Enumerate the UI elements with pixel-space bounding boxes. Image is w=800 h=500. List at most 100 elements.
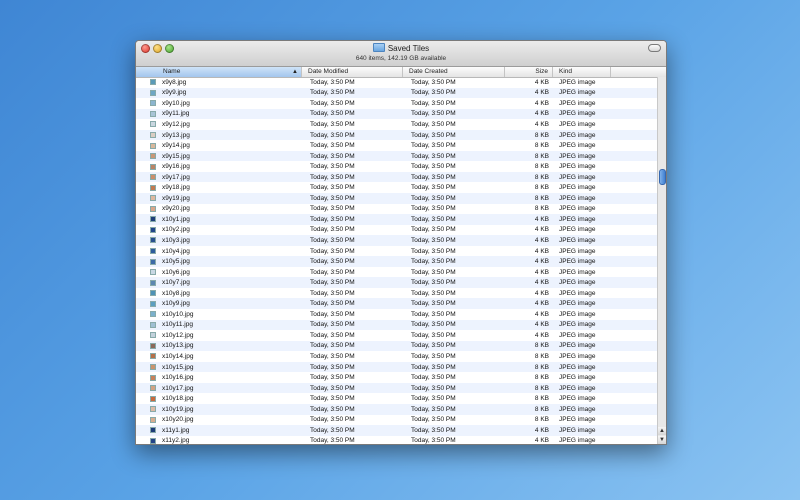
file-row[interactable]: x9y18.jpg Today, 3:50 PM Today, 3:50 PM 8 K…	[136, 182, 658, 193]
kind-cell: JPEG image	[559, 258, 596, 266]
file-name: x9y19.jpg	[162, 194, 190, 202]
date-created-cell: Today, 3:50 PM	[411, 300, 456, 308]
vertical-scrollbar[interactable]: ▲ ▼	[657, 77, 666, 444]
finder-window: Saved Tiles 640 items, 142.19 GB availab…	[135, 40, 667, 445]
file-name-cell: x10y16.jpg	[136, 374, 302, 381]
file-row[interactable]: x9y16.jpg Today, 3:50 PM Today, 3:50 PM 8 K…	[136, 161, 658, 172]
file-row[interactable]: x10y2.jpg Today, 3:50 PM Today, 3:50 PM 4 K…	[136, 225, 658, 236]
file-row[interactable]: x9y13.jpg Today, 3:50 PM Today, 3:50 PM 8 K…	[136, 129, 658, 141]
file-name-cell: x10y6.jpg	[136, 269, 302, 276]
file-row[interactable]: x11y1.jpg Today, 3:50 PM Today, 3:50 PM 4 K…	[136, 425, 658, 436]
file-row[interactable]: x9y12.jpg Today, 3:50 PM Today, 3:50 PM 4 K…	[136, 119, 658, 130]
file-name-cell: x10y13.jpg	[136, 342, 302, 349]
file-name: x9y20.jpg	[162, 205, 190, 213]
size-cell: 8 KB	[534, 131, 549, 139]
file-name: x10y17.jpg	[162, 384, 194, 392]
date-created-cell: Today, 3:50 PM	[411, 152, 456, 160]
file-row[interactable]: x10y10.jpg Today, 3:50 PM Today, 3:50 PM 4 …	[136, 309, 658, 320]
file-row[interactable]: x10y4.jpg Today, 3:50 PM Today, 3:50 PM 4 K…	[136, 246, 658, 257]
file-row[interactable]: x10y7.jpg Today, 3:50 PM Today, 3:50 PM 4 K…	[136, 277, 658, 288]
scroll-up-arrow-icon[interactable]: ▲	[658, 427, 666, 435]
size-cell: 4 KB	[534, 236, 549, 244]
column-header-name[interactable]: Name ▲	[136, 67, 302, 77]
file-row[interactable]: x9y14.jpg Today, 3:50 PM Today, 3:50 PM 8 K…	[136, 140, 658, 151]
file-row[interactable]: x10y13.jpg Today, 3:50 PM Today, 3:50 PM 8 …	[136, 340, 658, 352]
file-row[interactable]: x10y8.jpg Today, 3:50 PM Today, 3:50 PM 4 K…	[136, 288, 658, 299]
file-row[interactable]: x10y6.jpg Today, 3:50 PM Today, 3:50 PM 4 K…	[136, 267, 658, 278]
column-header-kind[interactable]: Kind	[553, 67, 611, 77]
file-row[interactable]: x9y17.jpg Today, 3:50 PM Today, 3:50 PM 8 K…	[136, 171, 658, 183]
date-modified-cell: Today, 3:50 PM	[310, 300, 355, 308]
file-name-cell: x9y12.jpg	[136, 121, 302, 128]
file-row[interactable]: x10y20.jpg Today, 3:50 PM Today, 3:50 PM 8 …	[136, 415, 658, 426]
column-header-date-modified[interactable]: Date Modified	[302, 67, 403, 77]
file-name: x9y14.jpg	[162, 142, 190, 150]
file-row[interactable]: x9y20.jpg Today, 3:50 PM Today, 3:50 PM 8 K…	[136, 204, 658, 215]
kind-cell: JPEG image	[559, 184, 596, 192]
file-name: x10y4.jpg	[162, 247, 190, 255]
file-name-cell: x9y14.jpg	[136, 142, 302, 149]
kind-cell: JPEG image	[559, 352, 596, 360]
file-row[interactable]: x9y10.jpg Today, 3:50 PM Today, 3:50 PM 4 K…	[136, 98, 658, 109]
file-row[interactable]: x10y12.jpg Today, 3:50 PM Today, 3:50 PM 4 …	[136, 330, 658, 341]
file-row[interactable]: x9y15.jpg Today, 3:50 PM Today, 3:50 PM 8 K…	[136, 150, 658, 162]
file-row[interactable]: x10y9.jpg Today, 3:50 PM Today, 3:50 PM 4 K…	[136, 298, 658, 310]
file-row[interactable]: x9y8.jpg Today, 3:50 PM Today, 3:50 PM 4 KB…	[136, 77, 658, 88]
file-name-cell: x10y2.jpg	[136, 226, 302, 233]
kind-cell: JPEG image	[559, 363, 596, 371]
file-row[interactable]: x11y2.jpg Today, 3:50 PM Today, 3:50 PM 4 K…	[136, 436, 658, 444]
kind-cell: JPEG image	[559, 205, 596, 213]
date-created-cell: Today, 3:50 PM	[411, 363, 456, 371]
jpeg-thumbnail-icon	[150, 364, 156, 371]
file-name: x9y17.jpg	[162, 173, 190, 181]
file-name: x9y12.jpg	[162, 120, 190, 128]
file-row[interactable]: x10y18.jpg Today, 3:50 PM Today, 3:50 PM 8 …	[136, 393, 658, 404]
file-name: x10y2.jpg	[162, 226, 190, 234]
date-modified-cell: Today, 3:50 PM	[310, 279, 355, 287]
file-row[interactable]: x10y19.jpg Today, 3:50 PM Today, 3:50 PM 8 …	[136, 403, 658, 415]
file-row[interactable]: x10y11.jpg Today, 3:50 PM Today, 3:50 PM 4 …	[136, 319, 658, 331]
file-row[interactable]: x9y11.jpg Today, 3:50 PM Today, 3:50 PM 4 K…	[136, 108, 658, 120]
size-cell: 8 KB	[534, 352, 549, 360]
date-modified-cell: Today, 3:50 PM	[310, 363, 355, 371]
file-row[interactable]: x10y3.jpg Today, 3:50 PM Today, 3:50 PM 4 K…	[136, 235, 658, 246]
date-created-cell: Today, 3:50 PM	[411, 395, 456, 403]
kind-cell: JPEG image	[559, 300, 596, 308]
jpeg-thumbnail-icon	[150, 406, 156, 413]
file-name: x9y15.jpg	[162, 152, 190, 160]
column-header-date-created[interactable]: Date Created	[403, 67, 505, 77]
file-row[interactable]: x10y1.jpg Today, 3:50 PM Today, 3:50 PM 4 K…	[136, 214, 658, 225]
date-modified-cell: Today, 3:50 PM	[310, 384, 355, 392]
file-name-cell: x10y15.jpg	[136, 364, 302, 371]
date-modified-cell: Today, 3:50 PM	[310, 395, 355, 403]
file-row[interactable]: x10y17.jpg Today, 3:50 PM Today, 3:50 PM 8 …	[136, 382, 658, 394]
file-name: x9y11.jpg	[162, 110, 190, 118]
date-created-cell: Today, 3:50 PM	[411, 352, 456, 360]
size-cell: 8 KB	[534, 142, 549, 150]
file-name-cell: x9y8.jpg	[136, 79, 302, 86]
kind-cell: JPEG image	[559, 321, 596, 329]
date-created-cell: Today, 3:50 PM	[411, 99, 456, 107]
file-row[interactable]: x10y16.jpg Today, 3:50 PM Today, 3:50 PM 8 …	[136, 372, 658, 383]
toolbar-toggle-button[interactable]	[648, 44, 661, 52]
column-header-size[interactable]: Size	[505, 67, 553, 77]
file-row[interactable]: x10y5.jpg Today, 3:50 PM Today, 3:50 PM 4 K…	[136, 256, 658, 267]
scroll-down-arrow-icon[interactable]: ▼	[658, 436, 666, 444]
scrollbar-thumb[interactable]	[659, 169, 666, 185]
file-name-cell: x10y11.jpg	[136, 321, 302, 328]
file-row[interactable]: x9y9.jpg Today, 3:50 PM Today, 3:50 PM 4 KB…	[136, 87, 658, 99]
date-created-cell: Today, 3:50 PM	[411, 247, 456, 255]
date-created-cell: Today, 3:50 PM	[411, 384, 456, 392]
file-row[interactable]: x10y15.jpg Today, 3:50 PM Today, 3:50 PM 8 …	[136, 361, 658, 373]
title-bar[interactable]: Saved Tiles 640 items, 142.19 GB availab…	[136, 41, 666, 67]
file-name: x9y9.jpg	[162, 89, 187, 97]
file-name-cell: x10y17.jpg	[136, 385, 302, 392]
file-row[interactable]: x10y14.jpg Today, 3:50 PM Today, 3:50 PM 8 …	[136, 351, 658, 362]
jpeg-thumbnail-icon	[150, 290, 156, 297]
file-row[interactable]: x9y19.jpg Today, 3:50 PM Today, 3:50 PM 8 K…	[136, 193, 658, 204]
date-modified-cell: Today, 3:50 PM	[310, 268, 355, 276]
file-name: x10y1.jpg	[162, 215, 190, 223]
size-cell: 4 KB	[534, 226, 549, 234]
date-created-cell: Today, 3:50 PM	[411, 110, 456, 118]
kind-cell: JPEG image	[559, 437, 596, 444]
